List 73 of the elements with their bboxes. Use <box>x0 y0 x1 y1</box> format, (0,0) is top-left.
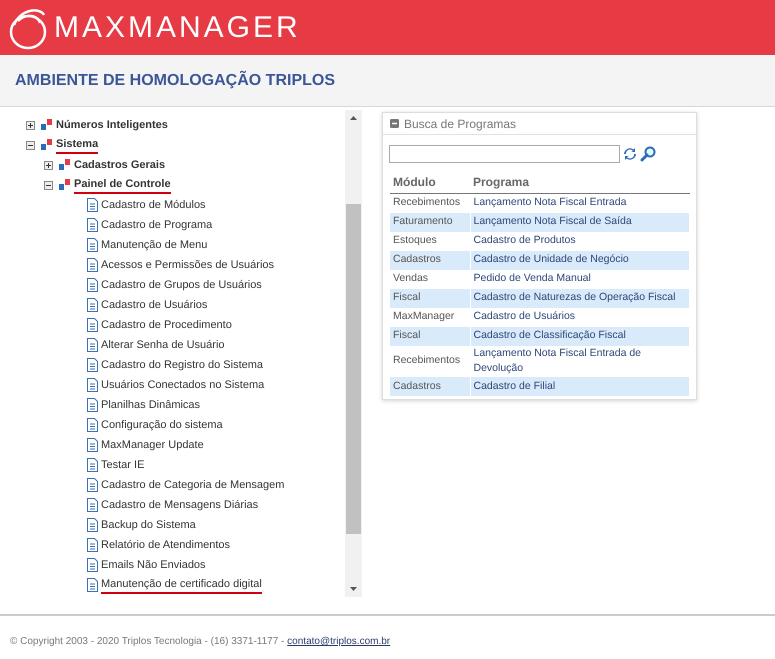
node-icon <box>40 119 53 131</box>
tree-item[interactable]: Relatório de Atendimentos <box>101 536 230 554</box>
document-icon <box>87 378 98 392</box>
table-cell[interactable]: Cadastro de Unidade de Negócio <box>470 250 690 270</box>
table-cell: Faturamento <box>390 212 470 232</box>
tree-item[interactable]: Manutenção de Menu <box>101 236 208 254</box>
email-link[interactable]: contato@triplos.com.br <box>287 636 390 647</box>
tree-item[interactable]: Cadastro de Usuários <box>101 296 208 314</box>
document-icon <box>87 338 98 352</box>
document-icon <box>87 558 98 572</box>
search-field[interactable] <box>389 145 620 163</box>
tree-item[interactable]: Cadastro de Procedimento <box>101 316 232 334</box>
document-icon <box>87 578 98 592</box>
tree-item[interactable]: Cadastro de Grupos de Usuários <box>101 276 262 294</box>
tree-item[interactable]: Cadastro de Programa <box>101 216 212 234</box>
tree-item[interactable]: Acessos e Permissões de Usuários <box>101 256 274 274</box>
document-icon <box>87 398 98 412</box>
tree-item[interactable]: Testar IE <box>101 456 144 474</box>
table-cell: Fiscal <box>390 326 470 346</box>
document-icon <box>87 438 98 452</box>
document-icon <box>87 298 98 312</box>
document-icon <box>87 518 98 532</box>
document-icon <box>87 478 98 492</box>
tree-item[interactable]: Sistema <box>56 136 98 154</box>
column-header: Módulo <box>390 171 470 194</box>
tree-item[interactable]: Manutenção de certificado digital <box>101 576 262 594</box>
document-icon <box>87 318 98 332</box>
tree-item[interactable]: Cadastros Gerais <box>74 156 166 174</box>
table-cell[interactable]: Cadastro de Filial <box>470 377 690 396</box>
document-icon <box>87 258 98 272</box>
logo-text: MAXMANAGER <box>54 12 301 42</box>
table-cell[interactable]: Cadastro de Naturezas de Operação Fiscal <box>470 288 690 308</box>
tree-item[interactable]: Números Inteligentes <box>56 116 168 134</box>
node-icon <box>58 159 71 171</box>
collapse-icon[interactable] <box>44 180 53 190</box>
document-icon <box>87 238 98 252</box>
document-icon <box>87 218 98 232</box>
expand-icon[interactable] <box>26 120 35 130</box>
document-icon <box>87 458 98 472</box>
table-cell[interactable]: Lançamento Nota Fiscal de Saída <box>470 212 690 232</box>
expand-icon[interactable] <box>44 160 53 170</box>
document-icon <box>87 358 98 372</box>
copyright-text: © Copyright 2003 - 2020 Triplos Tecnologia - (16) 3371-1177 - <box>10 636 286 647</box>
tree-item[interactable]: Usuários Conectados no Sistema <box>101 376 264 394</box>
search-icon[interactable] <box>640 146 656 162</box>
tree-item[interactable]: Cadastro de Módulos <box>101 196 206 214</box>
collapse-icon[interactable] <box>26 140 35 150</box>
column-header: Programa <box>470 171 690 194</box>
document-icon <box>87 278 98 292</box>
scroll-thumb[interactable] <box>346 204 361 534</box>
tree-item[interactable]: Configuração do sistema <box>101 416 223 434</box>
tree-item[interactable]: Emails Não Enviados <box>101 556 206 574</box>
document-icon <box>87 198 98 212</box>
table-cell[interactable]: Cadastro de Classificação Fiscal <box>470 326 690 346</box>
node-icon <box>58 179 71 191</box>
tree-item[interactable]: Painel de Controle <box>74 176 171 194</box>
table-cell: Cadastros <box>390 377 470 396</box>
tree-item[interactable]: Backup do Sistema <box>101 516 196 534</box>
node-icon <box>40 139 53 151</box>
tree-item[interactable]: Cadastro de Categoria de Mensagem <box>101 476 284 494</box>
table-cell: Fiscal <box>390 288 470 308</box>
tree-item[interactable]: Alterar Senha de Usuário <box>101 336 225 354</box>
tree-item[interactable]: Planilhas Dinâmicas <box>101 396 200 414</box>
table-cell: Cadastros <box>390 250 470 270</box>
panel-title: Busca de Programas <box>404 116 516 132</box>
tree-item[interactable]: Cadastro de Mensagens Diárias <box>101 496 258 514</box>
refresh-icon[interactable] <box>624 146 636 162</box>
tree-item[interactable]: MaxManager Update <box>101 436 204 454</box>
document-icon <box>87 418 98 432</box>
document-icon <box>87 538 98 552</box>
document-icon <box>87 498 98 512</box>
page-title: AMBIENTE DE HOMOLOGAÇÃO TRIPLOS <box>15 70 335 90</box>
tree-item[interactable]: Cadastro do Registro do Sistema <box>101 356 264 374</box>
